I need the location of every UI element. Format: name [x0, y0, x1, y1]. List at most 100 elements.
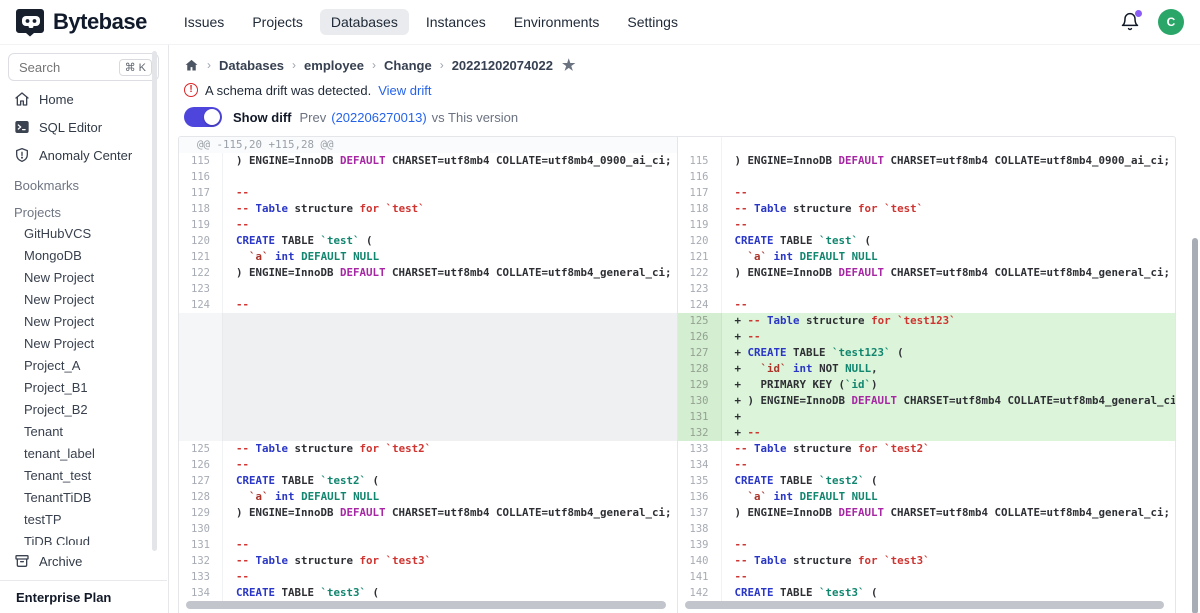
sidebar: ⌘ K Home SQL Editor Anomaly Center Bo — [0, 45, 169, 613]
diff-row: 117-- — [179, 185, 677, 201]
avatar[interactable]: C — [1158, 9, 1184, 35]
breadcrumb-separator: › — [292, 58, 296, 72]
sidebar-project-item[interactable]: Tenant_test — [0, 465, 168, 487]
sidebar-scrollbar[interactable] — [152, 51, 157, 551]
diff-row: 130 — [179, 521, 677, 537]
notifications-bell-icon[interactable] — [1120, 12, 1140, 32]
diff-row: 136 `a` int DEFAULT NULL — [678, 489, 1176, 505]
diff-row — [179, 361, 677, 377]
nav-item-databases[interactable]: Databases — [320, 9, 409, 35]
sidebar-project-item[interactable]: MongoDB — [0, 245, 168, 267]
sidebar-project-item[interactable]: GitHubVCS — [0, 223, 168, 245]
page-vertical-scrollbar[interactable] — [1192, 238, 1198, 613]
show-diff-label: Show diff — [233, 110, 292, 125]
breadcrumb-change[interactable]: Change — [384, 58, 432, 73]
sidebar-item-anomaly-center[interactable]: Anomaly Center — [0, 141, 168, 169]
breadcrumb-employee[interactable]: employee — [304, 58, 364, 73]
nav-item-issues[interactable]: Issues — [173, 9, 235, 35]
diff-row: 138 — [678, 521, 1176, 537]
prev-version-link[interactable]: (202206270013) — [331, 110, 426, 125]
sidebar-project-item[interactable]: testTP — [0, 509, 168, 531]
sidebar-project-item[interactable]: New Project — [0, 289, 168, 311]
diff-row: 135CREATE TABLE `test2` ( — [678, 473, 1176, 489]
breadcrumb-separator: › — [207, 58, 211, 72]
diff-left-horizontal-scrollbar[interactable] — [186, 601, 666, 609]
prev-label: Prev — [300, 110, 327, 125]
vs-this-version-label: vs This version — [432, 110, 518, 125]
breadcrumb: › Databases › employee › Change › 202212… — [184, 56, 1200, 74]
diff-row: 142CREATE TABLE `test3` ( — [678, 585, 1176, 601]
sidebar-project-item[interactable]: New Project — [0, 267, 168, 289]
nav-item-environments[interactable]: Environments — [503, 9, 611, 35]
sidebar-item-archive[interactable]: Archive — [0, 545, 167, 577]
diff-row: 115) ENGINE=InnoDB DEFAULT CHARSET=utf8m… — [678, 153, 1176, 169]
diff-row: 118-- Table structure for `test` — [179, 201, 677, 217]
diff-row: 133-- Table structure for `test2` — [678, 441, 1176, 457]
diff-row: 132+ -- — [678, 425, 1176, 441]
nav-item-instances[interactable]: Instances — [415, 9, 497, 35]
nav-right: C — [1120, 9, 1184, 35]
sidebar-item-label: Archive — [39, 554, 82, 569]
diff-row: 125+ -- Table structure for `test123` — [678, 313, 1176, 329]
diff-row — [179, 345, 677, 361]
breadcrumb-home-icon[interactable] — [184, 58, 199, 73]
diff-row: 124-- — [678, 297, 1176, 313]
diff-row — [179, 409, 677, 425]
sidebar-section-projects[interactable]: Projects — [0, 196, 168, 223]
bookmark-star-icon[interactable]: ★ — [562, 56, 575, 74]
search-input[interactable] — [19, 60, 119, 75]
diff-pane-right[interactable]: 115) ENGINE=InnoDB DEFAULT CHARSET=utf8m… — [677, 137, 1176, 613]
diff-row: 123 — [678, 281, 1176, 297]
diff-row: 124-- — [179, 297, 677, 313]
nav-item-projects[interactable]: Projects — [241, 9, 314, 35]
diff-row: 132-- Table structure for `test3` — [179, 553, 677, 569]
sidebar-project-item[interactable]: New Project — [0, 333, 168, 355]
diff-row: 128+ `id` int NOT NULL, — [678, 361, 1176, 377]
diff-right-horizontal-scrollbar[interactable] — [685, 601, 1165, 609]
sidebar-project-item[interactable]: TenantTiDB — [0, 487, 168, 509]
diff-row: 127CREATE TABLE `test2` ( — [179, 473, 677, 489]
sidebar-project-item[interactable]: Project_B1 — [0, 377, 168, 399]
bytebase-logo[interactable]: Bytebase — [16, 7, 147, 37]
diff-row: 119-- — [179, 217, 677, 233]
diff-row: 127+ CREATE TABLE `test123` ( — [678, 345, 1176, 361]
sidebar-project-item[interactable]: Project_A — [0, 355, 168, 377]
diff-row: 139-- — [678, 537, 1176, 553]
diff-toolbar: Show diff Prev (202206270013) vs This ve… — [184, 107, 1200, 127]
diff-row: 134-- — [678, 457, 1176, 473]
sidebar-item-home[interactable]: Home — [0, 85, 168, 113]
diff-row: 117-- — [678, 185, 1176, 201]
search-box[interactable]: ⌘ K — [8, 53, 159, 81]
archive-icon — [14, 553, 30, 569]
breadcrumb-version[interactable]: 20221202074022 — [452, 58, 553, 73]
show-diff-toggle[interactable] — [184, 107, 222, 127]
diff-row — [179, 329, 677, 345]
view-drift-link[interactable]: View drift — [378, 83, 431, 98]
diff-row: 123 — [179, 281, 677, 297]
diff-row: 128 `a` int DEFAULT NULL — [179, 489, 677, 505]
sidebar-project-item[interactable]: Project_B2 — [0, 399, 168, 421]
main-content: › Databases › employee › Change › 202212… — [170, 45, 1200, 613]
diff-row: 125-- Table structure for `test2` — [179, 441, 677, 457]
sidebar-section-bookmarks[interactable]: Bookmarks — [0, 169, 168, 196]
nav-item-settings[interactable]: Settings — [616, 9, 689, 35]
diff-row — [179, 313, 677, 329]
diff-row — [179, 425, 677, 441]
home-icon — [14, 91, 30, 107]
diff-row: 140-- Table structure for `test3` — [678, 553, 1176, 569]
plan-label[interactable]: Enterprise Plan — [0, 580, 167, 613]
alert-text: A schema drift was detected. — [205, 83, 371, 98]
diff-row: 122) ENGINE=InnoDB DEFAULT CHARSET=utf8m… — [179, 265, 677, 281]
sql-editor-icon — [14, 119, 30, 135]
sidebar-project-item[interactable]: New Project — [0, 311, 168, 333]
diff-row: 121 `a` int DEFAULT NULL — [678, 249, 1176, 265]
sidebar-project-item[interactable]: tenant_label — [0, 443, 168, 465]
diff-row: 133-- — [179, 569, 677, 585]
diff-pane-left[interactable]: @@ -115,20 +115,28 @@115) ENGINE=InnoDB … — [179, 137, 677, 613]
anomaly-shield-icon — [14, 147, 30, 163]
breadcrumb-databases[interactable]: Databases — [219, 58, 284, 73]
sidebar-item-sql-editor[interactable]: SQL Editor — [0, 113, 168, 141]
sidebar-project-item[interactable]: Tenant — [0, 421, 168, 443]
top-nav: Bytebase IssuesProjectsDatabasesInstance… — [0, 0, 1200, 45]
sidebar-item-label: SQL Editor — [39, 120, 102, 135]
